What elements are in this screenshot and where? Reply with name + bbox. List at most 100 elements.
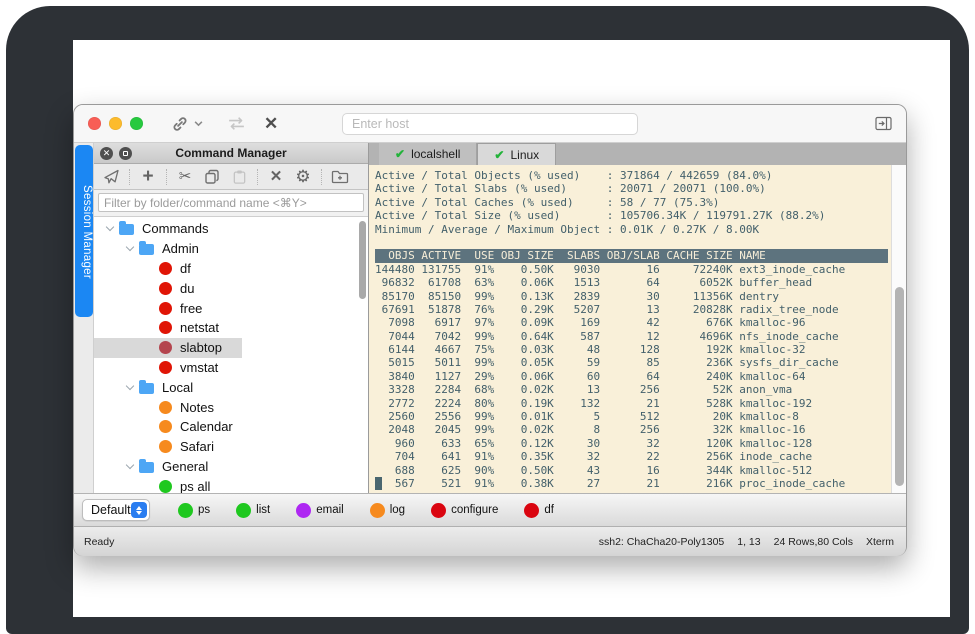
command-color-dot [159, 321, 172, 334]
terminal-table-row: 96832 61708 63% 0.06K 1513 64 6052K buff… [375, 276, 888, 289]
folder-icon [139, 462, 154, 473]
tree-item[interactable]: netstat [94, 318, 368, 338]
tree-item[interactable]: Calendar [94, 417, 368, 437]
command-button[interactable]: configure [431, 503, 498, 518]
terminal-tab[interactable]: ✔ localshell [379, 143, 477, 165]
terminal-table-row: 960 633 65% 0.12K 30 32 120K kmalloc-128 [375, 437, 888, 450]
tree-item-label: du [180, 281, 194, 296]
terminal-table-row: 704 641 91% 0.35K 32 22 256K inode_cache [375, 450, 888, 463]
command-label: list [256, 504, 270, 516]
chevron-down-icon[interactable] [121, 465, 139, 468]
tree-scrollbar-thumb[interactable] [359, 221, 366, 299]
tree-item-label: vmstat [180, 360, 218, 375]
chevron-down-icon[interactable] [121, 247, 139, 250]
terminal-summary: Active / Total Objects (% used) : 371864… [375, 169, 888, 236]
tree-item[interactable]: Safari [94, 437, 368, 457]
stage: ✕ Session Manager [0, 0, 975, 634]
tree-item-label: Notes [180, 400, 214, 415]
status-ready: Ready [84, 536, 114, 548]
command-label: log [390, 504, 405, 516]
terminal-summary-line: Active / Total Caches (% used) : 58 / 77… [375, 196, 888, 209]
paste-icon[interactable] [230, 169, 248, 185]
tab-label: Linux [510, 148, 539, 162]
terminal-tabs: ✔ localshell ✔ Linux [369, 143, 906, 165]
chevron-down-icon[interactable] [101, 227, 119, 230]
command-toolbar: + ✂ [94, 164, 368, 190]
command-dot [524, 503, 539, 518]
terminal-table-row: 144480 131755 91% 0.50K 9030 16 72240K e… [375, 263, 888, 276]
tree-item[interactable]: Commands [94, 219, 368, 239]
tree-item[interactable]: Admin [94, 239, 368, 259]
command-color-dot [159, 361, 172, 374]
terminal-area: ✔ localshell ✔ Linux Active / T [369, 143, 906, 493]
filter-input[interactable] [98, 193, 364, 212]
tree-item[interactable]: General [94, 457, 368, 477]
panel-toggle-icon[interactable] [875, 116, 892, 131]
tree-item-label: slabtop [180, 340, 222, 355]
app-window: ✕ Session Manager [73, 104, 907, 556]
host-input[interactable] [342, 113, 638, 135]
cut-icon[interactable]: ✂ [176, 169, 194, 184]
tree-item-label: Calendar [180, 419, 233, 434]
command-button[interactable]: list [236, 503, 270, 518]
terminal-table-row: 5015 5011 99% 0.05K 59 85 236K sysfs_dir… [375, 356, 888, 369]
reconnect-icon[interactable] [227, 116, 246, 131]
disconnect-icon[interactable]: ✕ [264, 115, 278, 132]
tree-item[interactable]: df [94, 259, 368, 279]
tree-item[interactable]: Notes [94, 397, 368, 417]
session-manager-tab[interactable]: Session Manager [75, 145, 93, 317]
side-tab-strip: Session Manager [74, 143, 94, 493]
command-button[interactable]: df [524, 503, 554, 518]
link-icon[interactable] [171, 115, 189, 133]
terminal-scrollbar-thumb[interactable] [895, 287, 904, 486]
terminal-table-row: 2560 2556 99% 0.01K 5 512 20K kmalloc-8 [375, 410, 888, 423]
tree-item[interactable]: du [94, 278, 368, 298]
default-select[interactable]: Default [82, 499, 150, 521]
tree-item[interactable]: Local [94, 377, 368, 397]
status-bar: Ready ssh2: ChaCha20-Poly13051, 1324 Row… [74, 526, 906, 556]
gear-icon[interactable]: ⚙ [294, 168, 312, 185]
traffic-lights [88, 117, 143, 130]
terminal-table-row: 3840 1127 29% 0.06K 60 64 240K kmalloc-6… [375, 370, 888, 383]
command-color-dot [159, 401, 172, 414]
tree-item[interactable]: vmstat [94, 358, 368, 378]
command-button[interactable]: ps [178, 503, 210, 518]
terminal-table: 144480 131755 91% 0.50K 9030 16 72240K e… [375, 263, 888, 491]
chevron-down-icon[interactable] [121, 386, 139, 389]
new-folder-icon[interactable] [331, 169, 349, 184]
terminal[interactable]: Active / Total Objects (% used) : 371864… [369, 165, 906, 493]
minimize-button[interactable] [109, 117, 122, 130]
command-label: ps [198, 504, 210, 516]
command-button[interactable]: email [296, 503, 343, 518]
command-dot [370, 503, 385, 518]
folder-icon [139, 383, 154, 394]
checkmark-icon: ✔ [395, 147, 405, 161]
terminal-table-row: 2048 2045 99% 0.02K 8 256 32K kmalloc-16 [375, 423, 888, 436]
terminal-summary-line: Active / Total Slabs (% used) : 20071 / … [375, 182, 888, 195]
terminal-table-row: 3328 2284 68% 0.02K 13 256 52K anon_vma [375, 383, 888, 396]
checkmark-icon: ✔ [494, 148, 504, 162]
command-label: configure [451, 504, 498, 516]
delete-icon[interactable]: ✕ [267, 169, 285, 184]
screen: ✕ Session Manager [73, 40, 950, 617]
zoom-button[interactable] [130, 117, 143, 130]
tree-item[interactable]: free [94, 298, 368, 318]
tree-item[interactable]: ps all [94, 476, 368, 493]
close-button[interactable] [88, 117, 101, 130]
terminal-scrollbar[interactable] [891, 165, 906, 493]
command-dot [431, 503, 446, 518]
add-icon[interactable]: + [139, 167, 157, 186]
command-button[interactable]: log [370, 503, 405, 518]
chevron-down-icon[interactable] [194, 120, 203, 127]
send-icon[interactable] [102, 169, 120, 185]
tree-item-label: free [180, 301, 202, 316]
terminal-tab[interactable]: ✔ Linux [477, 143, 556, 165]
terminal-table-row: 7044 7042 99% 0.64K 587 12 4696K nfs_ino… [375, 330, 888, 343]
tree-item[interactable]: slabtop [94, 338, 368, 358]
status-right: ssh2: ChaCha20-Poly13051, 1324 Rows,80 C… [599, 536, 894, 548]
folder-icon [119, 224, 134, 235]
terminal-table-header: OBJS ACTIVE USE OBJ SIZE SLABS OBJ/SLAB … [375, 249, 888, 262]
copy-icon[interactable] [203, 169, 221, 185]
terminal-table-row: 6144 4667 75% 0.03K 48 128 192K kmalloc-… [375, 343, 888, 356]
status-item: ssh2: ChaCha20-Poly1305 [599, 536, 725, 548]
